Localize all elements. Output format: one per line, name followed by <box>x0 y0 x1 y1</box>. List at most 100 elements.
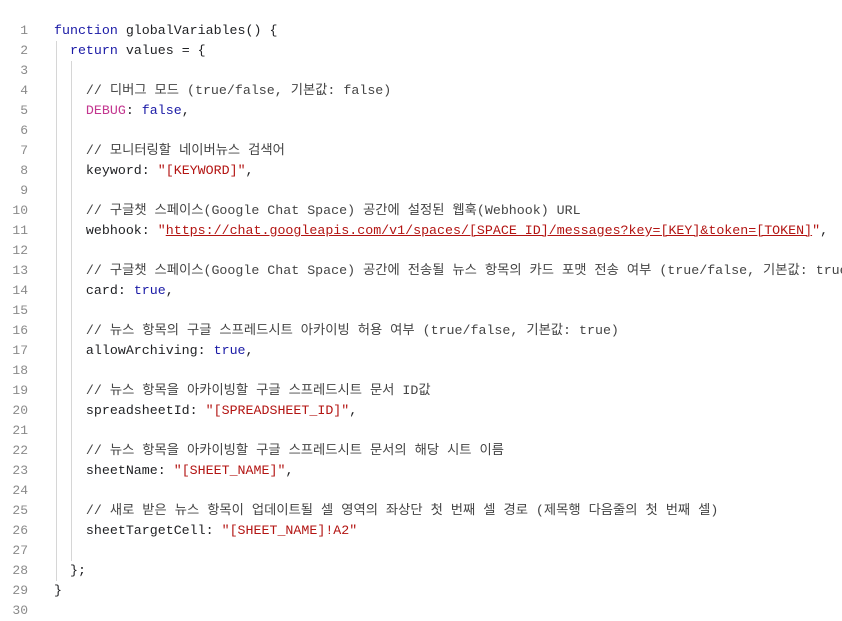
webhook-url-link[interactable]: https://chat.googleapis.com/v1/spaces/[S… <box>166 223 812 238</box>
code-line: // 모니터링할 네이버뉴스 검색어 <box>54 141 842 161</box>
separator: : <box>197 343 214 358</box>
line-number: 20 <box>12 403 28 418</box>
comma: , <box>820 223 829 238</box>
line-number: 2 <box>20 43 28 58</box>
property-key: spreadsheetId <box>85 403 190 418</box>
keyword-token: return <box>69 43 118 58</box>
line-number: 21 <box>12 423 28 438</box>
string-quote: " <box>205 403 214 418</box>
property-key: card <box>85 283 118 298</box>
line-number: 8 <box>20 163 28 178</box>
code-comment: // 뉴스 항목을 아카이빙할 구글 스프레드시트 문서 ID값 <box>85 383 431 398</box>
line-number: 1 <box>20 23 28 38</box>
code-comment: // 구글챗 스페이스(Google Chat Space) 공간에 전송될 뉴… <box>85 263 842 278</box>
string-value: [SPREADSHEET_ID] <box>213 403 342 418</box>
separator: : <box>117 283 134 298</box>
code-line: } <box>54 581 842 601</box>
line-number: 11 <box>12 223 28 238</box>
comma: , <box>165 283 174 298</box>
line-number: 30 <box>12 603 28 618</box>
boolean-value: true <box>213 343 246 358</box>
line-number: 16 <box>12 323 28 338</box>
separator: : <box>157 463 174 478</box>
code-line: allowArchiving: true, <box>54 341 842 361</box>
code-line: // 구글챗 스페이스(Google Chat Space) 공간에 설정된 웹… <box>54 201 842 221</box>
line-number: 29 <box>12 583 28 598</box>
return-expression: values = { <box>117 43 206 58</box>
property-key: sheetName <box>85 463 158 478</box>
comma: , <box>245 343 254 358</box>
line-number: 5 <box>20 103 28 118</box>
separator: : <box>141 223 158 238</box>
code-line: keyword: "[KEYWORD]", <box>54 161 842 181</box>
closing-brace: }; <box>69 563 86 578</box>
line-number: 28 <box>12 563 28 578</box>
property-key: allowArchiving <box>85 343 198 358</box>
code-comment: // 뉴스 항목을 아카이빙할 구글 스프레드시트 문서의 해당 시트 이름 <box>85 443 504 458</box>
separator: : <box>189 403 206 418</box>
string-quote: " <box>812 223 821 238</box>
string-value: [SHEET_NAME]!A2 <box>229 523 350 538</box>
string-quote: " <box>157 163 166 178</box>
line-number: 25 <box>12 503 28 518</box>
code-line: sheetName: "[SHEET_NAME]", <box>54 461 842 481</box>
keyword-token: function <box>54 23 118 38</box>
line-number: 26 <box>12 523 28 538</box>
property-key: keyword <box>85 163 142 178</box>
separator: : <box>125 103 142 118</box>
line-number: 14 <box>12 283 28 298</box>
boolean-value: true <box>133 283 166 298</box>
line-number: 19 <box>12 383 28 398</box>
code-line: spreadsheetId: "[SPREADSHEET_ID]", <box>54 401 842 421</box>
code-line: // 뉴스 항목의 구글 스프레드시트 아카이빙 허용 여부 (true/fal… <box>54 321 842 341</box>
code-comment: // 뉴스 항목의 구글 스프레드시트 아카이빙 허용 여부 (true/fal… <box>85 323 619 338</box>
code-line: // 구글챗 스페이스(Google Chat Space) 공간에 전송될 뉴… <box>54 261 842 281</box>
separator: : <box>141 163 158 178</box>
function-signature: globalVariables() { <box>117 23 278 38</box>
line-number: 9 <box>20 183 28 198</box>
string-quote: " <box>173 463 182 478</box>
code-line: // 뉴스 항목을 아카이빙할 구글 스프레드시트 문서의 해당 시트 이름 <box>54 441 842 461</box>
code-line: return values = { <box>54 41 842 61</box>
string-value: [KEYWORD] <box>165 163 238 178</box>
line-number: 15 <box>12 303 28 318</box>
code-comment: // 모니터링할 네이버뉴스 검색어 <box>85 143 285 158</box>
string-quote: " <box>157 223 166 238</box>
code-comment: // 디버그 모드 (true/false, 기본값: false) <box>85 83 392 98</box>
code-comment: // 새로 받은 뉴스 항목이 업데이트될 셀 영역의 좌상단 첫 번째 셀 경… <box>85 503 719 518</box>
code-line: }; <box>54 561 842 581</box>
line-number: 23 <box>12 463 28 478</box>
comma: , <box>245 163 254 178</box>
string-quote: " <box>349 523 358 538</box>
string-quote: " <box>221 523 230 538</box>
code-line: webhook: "https://chat.googleapis.com/v1… <box>54 221 842 241</box>
line-number: 17 <box>12 343 28 358</box>
line-number: 18 <box>12 363 28 378</box>
property-key: DEBUG <box>85 103 126 118</box>
code-line: sheetTargetCell: "[SHEET_NAME]!A2" <box>54 521 842 541</box>
separator: : <box>205 523 222 538</box>
closing-brace: } <box>54 583 62 598</box>
line-number: 10 <box>12 203 28 218</box>
comma: , <box>181 103 190 118</box>
line-number: 22 <box>12 443 28 458</box>
line-number: 13 <box>12 263 28 278</box>
line-number: 12 <box>12 243 28 258</box>
code-editor[interactable]: 1 2 3 4 5 6 7 8 9 10 11 12 13 14 15 16 1… <box>0 0 842 620</box>
comma: , <box>349 403 358 418</box>
string-quote: " <box>237 163 246 178</box>
line-number: 3 <box>20 63 28 78</box>
line-number: 4 <box>20 83 28 98</box>
code-line: card: true, <box>54 281 842 301</box>
code-content[interactable]: function globalVariables() { return valu… <box>54 21 842 621</box>
line-number: 7 <box>20 143 28 158</box>
line-number: 27 <box>12 543 28 558</box>
